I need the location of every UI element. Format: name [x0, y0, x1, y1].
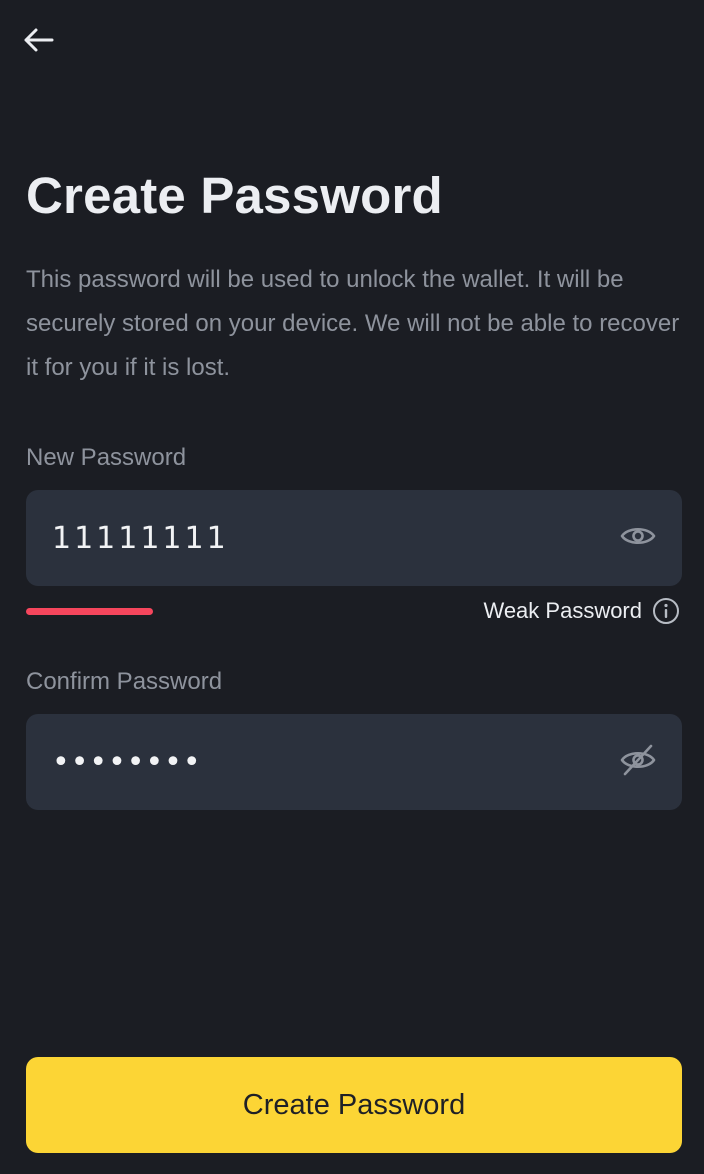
eye-off-icon [619, 743, 657, 782]
new-password-label: New Password [26, 444, 187, 471]
confirm-password-field[interactable]: •••••••• [26, 714, 682, 810]
new-password-field[interactable]: 11111111 [26, 490, 682, 586]
arrow-left-icon [22, 27, 54, 58]
password-strength-text: Weak Password [483, 598, 642, 623]
create-password-button[interactable]: Create Password [26, 1057, 682, 1153]
confirm-password-value[interactable]: •••••••• [52, 745, 616, 780]
info-circle-icon[interactable] [652, 597, 680, 625]
back-button[interactable] [18, 24, 58, 60]
password-strength-bar [26, 608, 153, 615]
confirm-password-label: Confirm Password [26, 668, 223, 695]
page-description: This password will be used to unlock the… [26, 266, 680, 381]
page-title: Create Password [26, 167, 443, 224]
password-strength-indicator: Weak Password [483, 597, 680, 625]
new-password-value[interactable]: 11111111 [52, 521, 616, 556]
eye-icon [620, 523, 656, 554]
show-password-toggle[interactable] [616, 516, 660, 560]
create-password-screen: Create Password This password will be us… [0, 0, 704, 1174]
show-confirm-password-toggle[interactable] [616, 740, 660, 784]
